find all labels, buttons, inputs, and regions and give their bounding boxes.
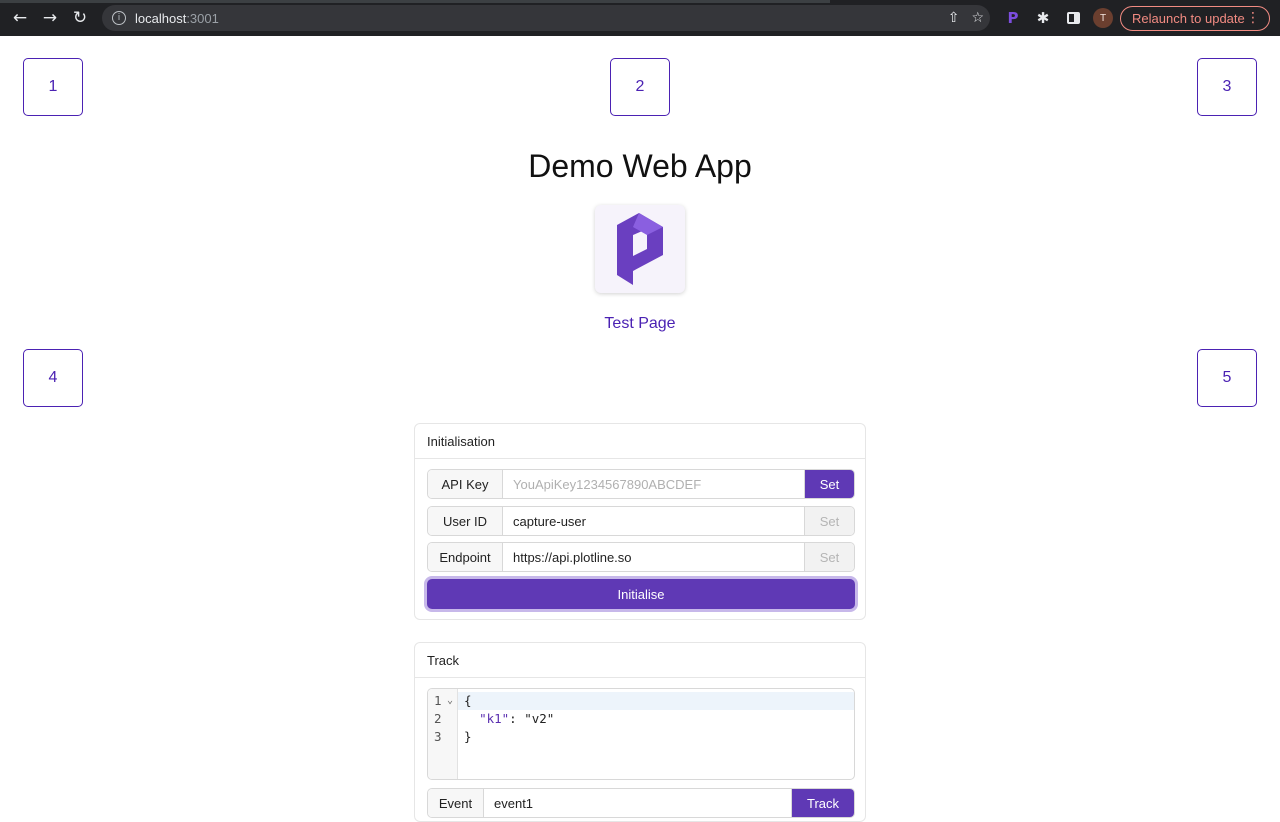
code-line-3: }: [464, 729, 472, 744]
line-number: 2: [434, 711, 442, 726]
track-button[interactable]: Track: [791, 789, 854, 817]
line-number: 1: [434, 693, 442, 708]
side-panel-icon[interactable]: [1064, 6, 1082, 30]
box-1[interactable]: 1: [23, 58, 83, 116]
user-id-input[interactable]: capture-user: [503, 507, 804, 535]
page-title: Demo Web App: [528, 148, 752, 184]
relaunch-button[interactable]: Relaunch to update ⋮: [1120, 6, 1270, 31]
browser-toolbar: ← → ↻ i localhost:3001 ⇧ ☆ P ✱ T Relaunc…: [0, 0, 1280, 36]
user-id-row: User ID capture-user Set: [427, 506, 855, 536]
page-content: 1 2 3 4 5 Demo Web App Test Page Initial…: [0, 36, 1280, 822]
code-line-2: "k1": "v2": [464, 710, 554, 728]
box-4[interactable]: 4: [23, 349, 83, 407]
plotline-extension-icon[interactable]: P: [1004, 6, 1022, 30]
line-number: 3: [434, 729, 442, 744]
json-editor[interactable]: 1 ⌄ 2 3 { "k1": "v2" }: [427, 688, 855, 780]
initialisation-card: Initialisation API Key YouApiKey12345678…: [414, 423, 866, 620]
code-value: "v2": [524, 711, 555, 726]
code-key: "k1": [479, 711, 510, 726]
active-line-highlight: [428, 692, 854, 710]
bookmark-star-icon[interactable]: ☆: [971, 10, 984, 26]
event-label: Event: [428, 789, 484, 817]
box-2[interactable]: 2: [610, 58, 670, 116]
box-5[interactable]: 5: [1197, 349, 1257, 407]
api-key-label: API Key: [428, 470, 503, 498]
reload-icon[interactable]: ↻: [65, 3, 95, 33]
code-line-1: {: [464, 693, 472, 708]
code-separator: :: [509, 711, 525, 726]
endpoint-set-button[interactable]: Set: [804, 543, 854, 571]
fold-chevron-icon[interactable]: ⌄: [447, 692, 453, 710]
kebab-menu-icon[interactable]: ⋮: [1246, 10, 1260, 26]
api-key-row: API Key YouApiKey1234567890ABCDEF Set: [427, 469, 855, 499]
box-3[interactable]: 3: [1197, 58, 1257, 116]
user-id-label: User ID: [428, 507, 503, 535]
site-info-icon[interactable]: i: [112, 11, 126, 25]
profile-avatar[interactable]: T: [1093, 8, 1113, 28]
editor-gutter: [428, 689, 458, 779]
endpoint-label: Endpoint: [428, 543, 503, 571]
initialise-button[interactable]: Initialise: [427, 579, 855, 609]
initialisation-header: Initialisation: [415, 424, 865, 459]
back-arrow-icon[interactable]: ←: [5, 3, 35, 33]
url-text: localhost:3001: [135, 11, 219, 26]
endpoint-input[interactable]: https://api.plotline.so: [503, 543, 804, 571]
share-icon[interactable]: ⇧: [948, 10, 960, 26]
user-id-set-button[interactable]: Set: [804, 507, 854, 535]
address-bar[interactable]: i localhost:3001 ⇧ ☆: [102, 5, 990, 31]
event-row: Event event1 Track: [427, 788, 855, 818]
api-key-input[interactable]: YouApiKey1234567890ABCDEF: [503, 470, 804, 498]
relaunch-label: Relaunch to update: [1132, 11, 1245, 26]
api-key-set-button[interactable]: Set: [804, 470, 854, 498]
url-host: localhost: [135, 10, 187, 26]
track-header: Track: [415, 643, 865, 678]
plotline-logo: [595, 205, 685, 293]
endpoint-row: Endpoint https://api.plotline.so Set: [427, 542, 855, 572]
track-card: Track 1 ⌄ 2 3 { "k1": "v2" } Event event…: [414, 642, 866, 822]
test-page-link[interactable]: Test Page: [0, 315, 1280, 333]
extensions-puzzle-icon[interactable]: ✱: [1034, 6, 1052, 30]
url-port: :3001: [186, 10, 219, 26]
forward-arrow-icon[interactable]: →: [35, 3, 65, 33]
event-input[interactable]: event1: [484, 789, 791, 817]
tab-strip-edge: [0, 0, 830, 3]
plotline-logo-icon: [617, 213, 663, 285]
